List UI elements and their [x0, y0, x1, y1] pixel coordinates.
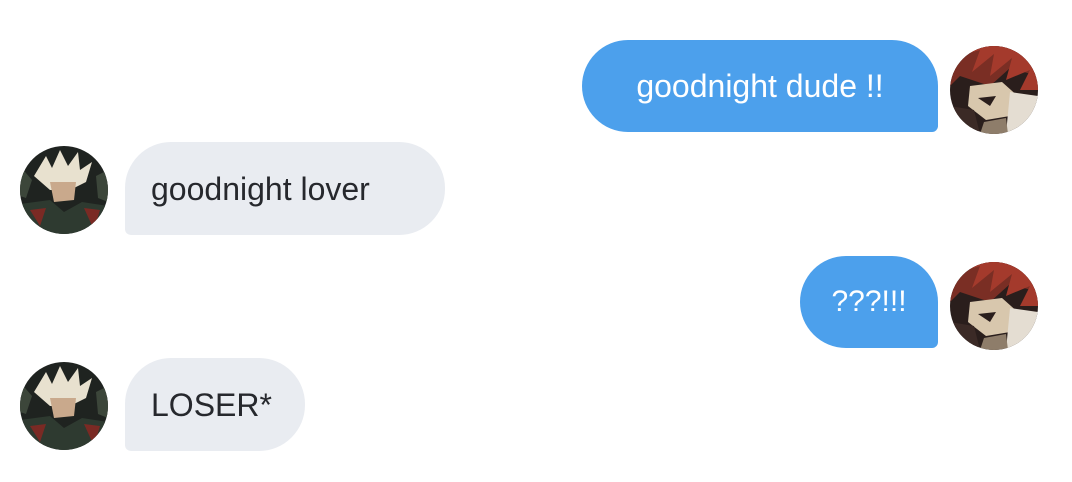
message-text: ???!!!: [831, 285, 907, 318]
blond-character-avatar-image: [20, 362, 108, 450]
outgoing-message-bubble[interactable]: goodnight dude !!: [582, 40, 938, 132]
message-text: LOSER*: [151, 386, 272, 423]
blond-character-avatar[interactable]: [20, 362, 108, 450]
blond-character-avatar-image: [20, 146, 108, 234]
red-haired-character-avatar[interactable]: [950, 46, 1038, 134]
red-haired-character-avatar-image: [950, 262, 1038, 350]
incoming-message-bubble[interactable]: LOSER*: [125, 358, 305, 451]
message-text: goodnight lover: [151, 170, 370, 207]
incoming-message-bubble[interactable]: goodnight lover: [125, 142, 445, 235]
red-haired-character-avatar-image: [950, 46, 1038, 134]
blond-character-avatar[interactable]: [20, 146, 108, 234]
outgoing-message-bubble[interactable]: ???!!!: [800, 256, 938, 348]
message-text: goodnight dude !!: [636, 68, 884, 104]
red-haired-character-avatar[interactable]: [950, 262, 1038, 350]
chat-thread: goodnight dude !! goodnight lover ???!!!…: [0, 0, 1072, 482]
